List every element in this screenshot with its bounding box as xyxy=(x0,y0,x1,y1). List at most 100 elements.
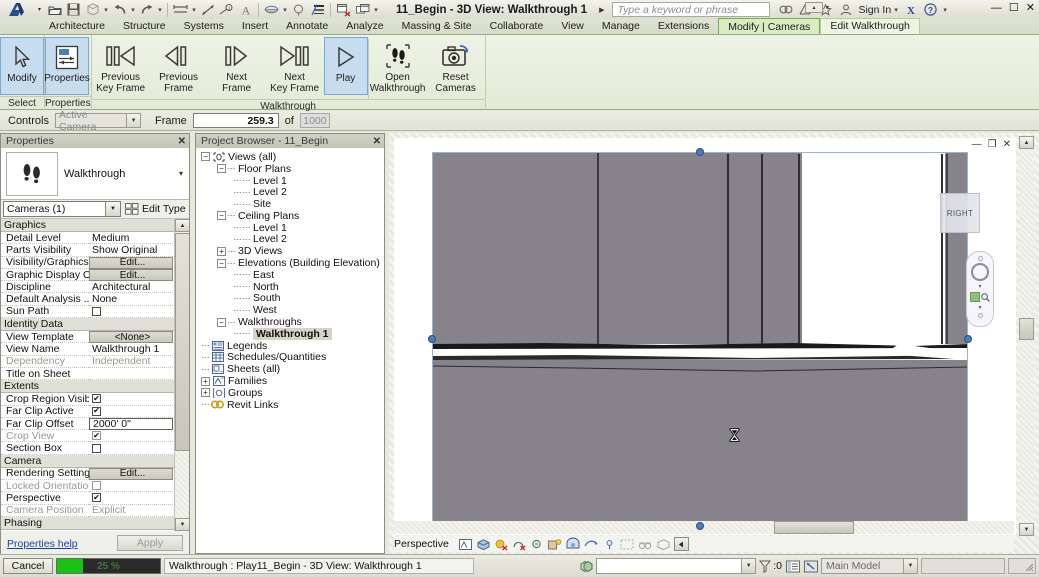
ribbon-button-previous-key-frame[interactable]: Previous Key Frame xyxy=(92,37,150,95)
property-row[interactable]: Far Clip Offset 2000' 0" xyxy=(1,417,189,431)
properties-scrollbar[interactable]: ▲ ▼ xyxy=(174,219,189,531)
property-row[interactable]: Sun Path xyxy=(1,306,189,319)
show-crop-region-icon[interactable] xyxy=(602,537,617,551)
tree-node-families[interactable]: + Families xyxy=(198,375,384,387)
expand-plus-icon[interactable]: + xyxy=(201,376,210,386)
property-checkbox[interactable] xyxy=(92,431,101,441)
crop-handle-left[interactable] xyxy=(428,335,436,343)
navbar-close-icon[interactable] xyxy=(977,256,983,261)
view-scroll-down-icon[interactable]: ▼ xyxy=(1019,523,1034,536)
property-value[interactable] xyxy=(89,393,173,406)
property-row[interactable]: Section Box xyxy=(1,442,189,455)
property-value[interactable]: Architectural xyxy=(89,281,173,294)
edit-type-button[interactable]: Edit Type xyxy=(125,203,186,215)
save-as-caret-icon[interactable]: ▾ xyxy=(102,1,110,19)
tree-node-level-2[interactable]: Level 2 xyxy=(198,186,384,198)
expand-plus-icon[interactable]: + xyxy=(201,388,210,398)
ribbon-button-next-frame[interactable]: Next Frame xyxy=(208,37,266,95)
section-icon[interactable] xyxy=(289,1,308,19)
property-row[interactable]: Camera Position Explicit xyxy=(1,505,189,517)
collapse-minus-icon[interactable]: − xyxy=(217,317,226,327)
property-value[interactable]: 2000' 0" xyxy=(89,417,173,431)
property-checkbox[interactable] xyxy=(92,481,101,491)
thin-lines-icon[interactable] xyxy=(308,1,327,19)
worksets-icon[interactable] xyxy=(578,559,593,573)
properties-group-phasing[interactable]: Phasing⌃ xyxy=(1,516,189,530)
zoom-tool-icon[interactable] xyxy=(970,292,990,302)
properties-scroll-thumb[interactable] xyxy=(175,233,189,451)
tree-node-level-2[interactable]: Level 2 xyxy=(198,233,384,245)
view-minimize-button[interactable]: — xyxy=(972,139,982,150)
ribbon-tab-modify-cameras[interactable]: Modify | Cameras xyxy=(718,18,821,34)
tree-node-sheets-all[interactable]: Sheets (all) xyxy=(198,363,384,375)
property-value[interactable] xyxy=(89,306,173,319)
close-hidden-windows-icon[interactable] xyxy=(334,1,353,19)
view-hscroll-track[interactable] xyxy=(394,521,1014,534)
view-close-button[interactable]: ✕ xyxy=(1003,139,1011,150)
property-value[interactable] xyxy=(89,368,173,381)
tree-node-site[interactable]: Site xyxy=(198,198,384,210)
expand-plus-icon[interactable]: + xyxy=(217,246,226,256)
worksets-dropdown[interactable]: ▼ xyxy=(596,558,757,574)
property-value[interactable] xyxy=(89,406,173,418)
properties-group-identity-data[interactable]: Identity Data⌃ xyxy=(1,318,189,332)
shadows-off-icon[interactable] xyxy=(530,537,545,551)
ribbon-tab-architecture[interactable]: Architecture xyxy=(40,18,114,34)
properties-help-link[interactable]: Properties help xyxy=(7,538,78,550)
property-row[interactable]: Far Clip Active xyxy=(1,406,189,418)
tree-node-revit-links[interactable]: Revit Links xyxy=(198,399,384,411)
crop-handle-right[interactable] xyxy=(964,335,972,343)
property-value[interactable]: Show Original xyxy=(89,244,173,257)
property-value[interactable] xyxy=(89,442,173,455)
ribbon-tab-insert[interactable]: Insert xyxy=(233,18,277,34)
view-horizontal-scrollbar[interactable] xyxy=(394,521,1014,534)
switch-windows-icon[interactable] xyxy=(353,1,372,19)
property-row[interactable]: Visibility/Graphics ...Edit... xyxy=(1,256,189,269)
document-title-caret-icon[interactable]: ▶ xyxy=(599,6,604,14)
ribbon-button-properties[interactable]: Properties xyxy=(44,37,90,95)
crop-handle-top[interactable] xyxy=(696,148,704,156)
save-icon[interactable] xyxy=(64,1,83,19)
aligned-dimension-icon[interactable] xyxy=(198,1,217,19)
property-value[interactable]: Edit... xyxy=(89,256,173,269)
undo-caret-icon[interactable]: ▾ xyxy=(129,1,137,19)
view-restore-button[interactable]: ❐ xyxy=(988,139,997,150)
tag-icon[interactable]: 1 xyxy=(217,1,236,19)
ribbon-button-open-walkthrough[interactable]: Open Walkthrough xyxy=(369,37,427,95)
ribbon-tab-annotate[interactable]: Annotate xyxy=(277,18,337,34)
reveal-hidden-elements-icon[interactable] xyxy=(656,537,671,551)
property-row[interactable]: Locked Orientation xyxy=(1,480,189,493)
steering-wheel-caret-icon[interactable]: ▾ xyxy=(978,283,981,290)
tree-node-west[interactable]: West xyxy=(198,304,384,316)
property-row[interactable]: Graphic Display O...Edit... xyxy=(1,268,189,282)
search-input[interactable]: Type a keyword or phrase xyxy=(612,2,771,17)
tree-node-level-1[interactable]: Level 1 xyxy=(198,222,384,234)
ribbon-tab-collaborate[interactable]: Collaborate xyxy=(481,18,553,34)
3d-view-canvas[interactable]: RIGHT ▾ ▾ xyxy=(394,138,1016,535)
property-row[interactable]: Parts Visibility Show Original xyxy=(1,244,189,257)
cancel-button[interactable]: Cancel xyxy=(3,558,53,574)
property-row[interactable]: Rendering Settings Edit... xyxy=(1,467,189,481)
scroll-down-icon[interactable]: ▼ xyxy=(175,518,189,531)
element-selector-dropdown[interactable]: Cameras (1) ▼ xyxy=(3,201,121,217)
scale-icon[interactable] xyxy=(458,537,473,551)
ribbon-tab-view[interactable]: View xyxy=(552,18,593,34)
ribbon-button-reset-cameras[interactable]: Reset Cameras xyxy=(427,37,485,95)
undo-icon[interactable] xyxy=(110,1,129,19)
collapse-minus-icon[interactable]: − xyxy=(217,211,226,221)
3d-view-caret-icon[interactable]: ▾ xyxy=(281,1,289,19)
property-value[interactable]: Edit... xyxy=(89,467,173,481)
sign-in-button[interactable]: Sign In xyxy=(858,4,891,16)
editing-request-icon[interactable] xyxy=(785,559,800,573)
collapse-minus-icon[interactable]: − xyxy=(217,164,226,174)
visual-style-icon[interactable] xyxy=(494,537,509,551)
property-row[interactable]: Dependency Independent xyxy=(1,356,189,368)
property-value[interactable] xyxy=(89,480,173,493)
property-checkbox[interactable] xyxy=(92,443,101,453)
qat-overflow-caret-icon[interactable]: ▾ xyxy=(372,1,380,19)
property-row[interactable]: Default Analysis ... None xyxy=(1,293,189,306)
project-browser-close-icon[interactable]: ✕ xyxy=(373,136,381,147)
ribbon-tab-edit-walkthrough[interactable]: Edit Walkthrough xyxy=(820,18,920,34)
tree-node-east[interactable]: East xyxy=(198,269,384,281)
tree-node-ceiling-plans[interactable]: − Ceiling Plans xyxy=(198,210,384,222)
